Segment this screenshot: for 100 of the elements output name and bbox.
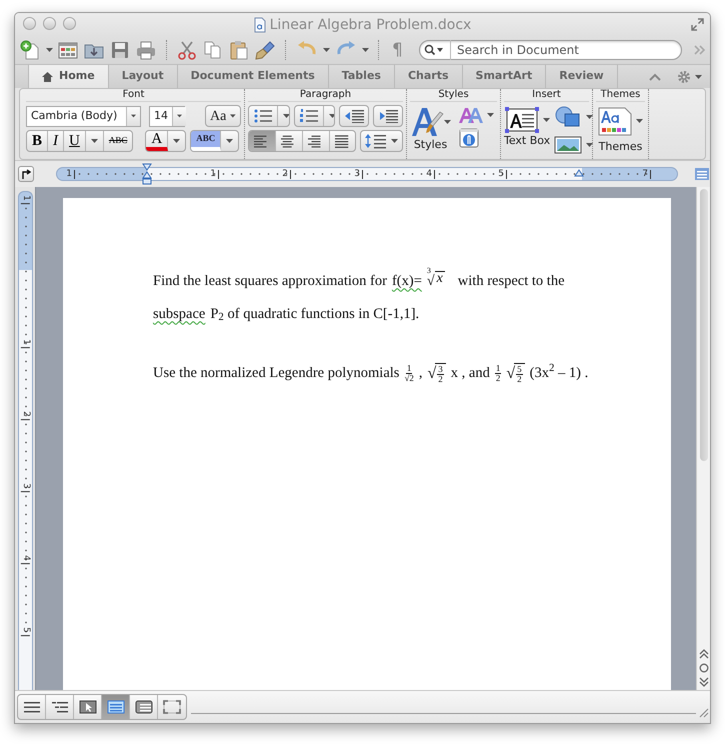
page-lines-icon [106,700,124,714]
font-size-field[interactable]: 14 [149,106,185,126]
caret-icon [177,114,182,118]
decrease-indent-icon [344,109,364,123]
themes-button[interactable]: Themes [596,106,645,153]
notebook-icon [134,700,152,714]
document-text: subspace [153,304,206,324]
right-indent-marker[interactable] [574,169,584,178]
underline-button[interactable]: U [64,131,86,151]
ruler-number: 2 [282,170,291,178]
ruler-number: 2 [21,411,30,420]
caret-icon [362,48,369,52]
group-title: Insert [504,89,589,102]
line-spacing-icon [365,133,387,149]
document-text: P$_{2}$ of quadratic functions in C[-1,1]. [210,304,420,326]
caret-icon [586,115,594,119]
ruler-number: 3 [354,170,363,178]
decrease-indent-button[interactable] [339,105,369,127]
styles-icon [410,106,444,138]
ruler-number: 1 [21,339,30,348]
indent-marker[interactable] [142,163,152,185]
lines-icon [24,701,40,713]
caret-icon [131,114,136,118]
ruler-number: 4 [21,555,30,564]
outline-icon [52,701,68,713]
bold-button[interactable]: B [27,131,48,151]
shapes-icon[interactable] [554,106,582,128]
text-box-icon [504,106,539,134]
tab-stop-selector[interactable] [18,166,34,182]
scroll-thumb[interactable] [700,189,708,461]
styles-pane-icon[interactable] [459,128,479,148]
change-styles-icon[interactable] [459,106,483,124]
resize-grip-icon[interactable] [699,708,709,718]
fraction: 1 2 [494,364,502,383]
browse-object-icon[interactable] [698,663,708,673]
caret-icon [542,118,550,122]
frame-corners-icon [163,700,181,714]
highlight-button[interactable]: ABC [191,131,222,151]
styles-button[interactable]: Styles [410,106,451,151]
line-spacing-button[interactable] [360,130,403,152]
strikethrough-button[interactable]: ABC [104,131,132,151]
italic-button[interactable]: I [48,131,64,151]
ruler-number: 4 [426,170,435,178]
document-text: Find the least squares approximation for [153,272,387,291]
document-text: (3x$^{2}$ – 1) . [530,362,588,383]
grow-font-button[interactable]: Aa [205,105,241,127]
bullets-icon [254,109,272,123]
document-icon [254,16,266,32]
ruler-number: 1 [210,170,219,178]
group-title: Paragraph [248,89,403,102]
ruler-number: 1 [66,170,75,178]
settings-icon[interactable] [677,70,691,84]
caret-icon [323,48,330,52]
tab-stop-icon [20,169,32,179]
group-title: Themes [596,89,645,102]
pointer-page-icon [78,700,96,714]
fullscreen-icon[interactable] [691,18,704,32]
ribbon-tab[interactable]: Home [28,64,109,88]
cut-icon[interactable] [176,40,198,60]
caret-icon [444,120,451,124]
window-title: Linear Algebra Problem.docx [270,16,472,34]
caret-icon [90,139,98,143]
home-icon [42,72,53,82]
save-icon[interactable] [109,40,131,60]
ruler-number: 5 [21,627,30,636]
paintbrush-icon[interactable] [254,40,276,60]
gallery-icon[interactable] [57,40,79,60]
print-icon[interactable] [135,40,157,60]
numbering-icon [300,109,318,123]
document-text: , [418,364,423,383]
caret-icon [487,113,494,117]
increase-indent-button[interactable] [373,105,403,127]
collapse-icon[interactable] [649,72,661,80]
caret-icon [46,48,53,52]
caret-icon [173,139,180,143]
ruler-number: 3 [21,483,30,492]
caret-icon [230,114,236,118]
caret-icon [391,139,398,143]
increase-indent-icon [378,109,398,123]
themes-icon [598,106,632,136]
search-field[interactable]: Search in Document [419,40,682,60]
group-title: Font [26,89,241,102]
next-page-icon[interactable] [698,677,708,687]
caret-icon [695,74,702,78]
ruler-number: 1 [21,195,30,204]
font-name-field[interactable]: Cambria (Body) [26,106,141,126]
fraction: 1 √2 [404,364,414,383]
caret-icon [636,119,643,123]
previous-page-icon[interactable] [698,649,708,659]
align-left-button[interactable] [249,131,276,151]
picture-icon[interactable] [554,136,582,154]
search-icon [424,44,444,56]
paste-icon[interactable] [228,40,250,60]
text-box-button[interactable]: Text Box [504,106,550,147]
ruler-number: 7 [642,170,651,178]
caret-icon [226,139,234,143]
caret-icon [586,143,594,147]
document-text: x , and [450,364,490,383]
split-view-icon[interactable] [695,168,709,180]
document-text: Use the normalized Legendre polynomials [153,364,400,383]
